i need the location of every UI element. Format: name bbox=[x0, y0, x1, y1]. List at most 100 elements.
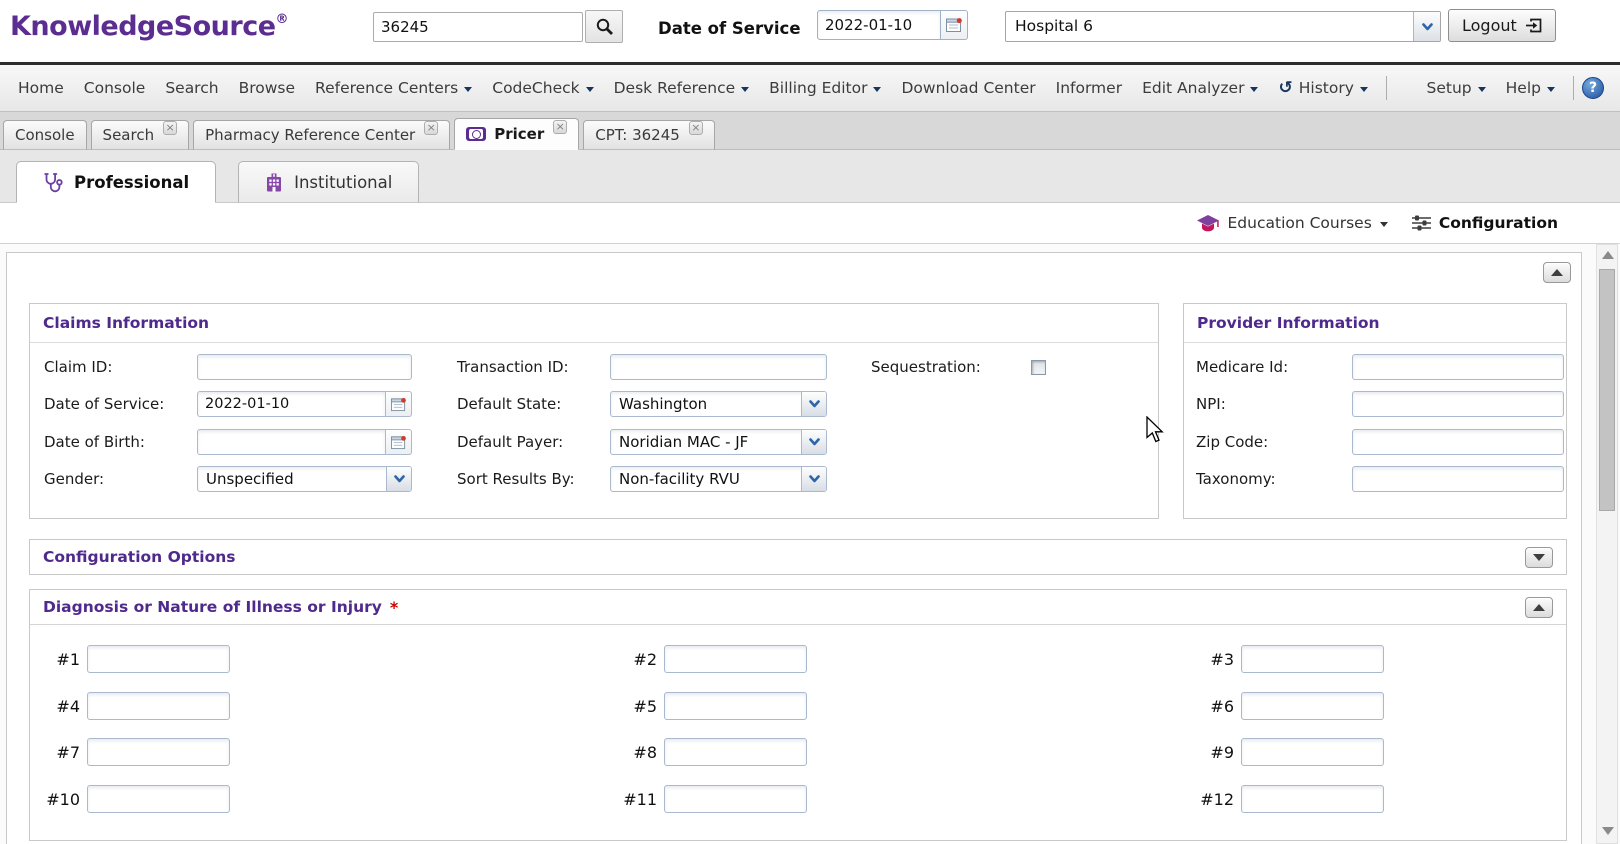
chevron-down-icon[interactable] bbox=[801, 467, 826, 491]
facility-chevron-down-icon[interactable] bbox=[1413, 12, 1440, 41]
nav-item-help[interactable]: Help bbox=[1496, 79, 1565, 97]
configuration-options-bar: Configuration Options bbox=[29, 539, 1567, 575]
main-navigation: Home Console Search Browse Reference Cen… bbox=[0, 62, 1620, 112]
default-payer-select[interactable]: Noridian MAC - JF bbox=[610, 429, 827, 455]
diagnosis-input-10[interactable] bbox=[87, 785, 230, 813]
tab-pricer[interactable]: Pricer bbox=[454, 118, 579, 150]
nav-label: Console bbox=[84, 79, 146, 97]
education-courses-button[interactable]: Education Courses bbox=[1196, 214, 1388, 233]
chevron-down-icon[interactable] bbox=[386, 467, 411, 491]
search-input[interactable] bbox=[373, 12, 583, 42]
nav-item-download-center[interactable]: Download Center bbox=[891, 79, 1045, 97]
transaction-id-label: Transaction ID: bbox=[457, 358, 610, 376]
diagnosis-input-6[interactable] bbox=[1241, 692, 1384, 720]
nav-item-desk-reference[interactable]: Desk Reference bbox=[604, 79, 760, 97]
vertical-scrollbar[interactable] bbox=[1596, 244, 1618, 844]
nav-label: Reference Centers bbox=[315, 79, 458, 97]
nav-item-codecheck[interactable]: CodeCheck bbox=[482, 79, 603, 97]
date-of-service-header-label: Date of Service bbox=[658, 19, 801, 38]
date-of-service-header-input[interactable] bbox=[817, 10, 941, 40]
tab-label: Search bbox=[103, 126, 155, 144]
tab-institutional[interactable]: Institutional bbox=[238, 161, 419, 203]
nav-item-browse[interactable]: Browse bbox=[229, 79, 305, 97]
logout-label: Logout bbox=[1462, 16, 1517, 35]
date-of-birth-label: Date of Birth: bbox=[44, 433, 197, 451]
claim-id-input[interactable] bbox=[197, 354, 412, 380]
close-icon[interactable] bbox=[553, 120, 567, 134]
gender-select[interactable]: Unspecified bbox=[197, 466, 412, 492]
sort-results-value: Non-facility RVU bbox=[611, 467, 801, 491]
close-icon[interactable] bbox=[163, 121, 177, 135]
scrollbar-down-arrow[interactable] bbox=[1602, 827, 1614, 835]
scrollbar-up-arrow[interactable] bbox=[1602, 251, 1614, 259]
diagnosis-input-3[interactable] bbox=[1241, 645, 1384, 673]
diagnosis-field-9: #9 bbox=[1192, 738, 1384, 766]
npi-input[interactable] bbox=[1352, 391, 1564, 417]
diagnosis-input-1[interactable] bbox=[87, 645, 230, 673]
nav-right-group: Setup Help bbox=[1417, 76, 1612, 100]
chevron-down-icon[interactable] bbox=[801, 392, 826, 416]
nav-item-edit-analyzer[interactable]: Edit Analyzer bbox=[1132, 79, 1268, 97]
tab-pharmacy-reference-center[interactable]: Pharmacy Reference Center bbox=[193, 120, 450, 150]
tab-label: Institutional bbox=[294, 173, 392, 192]
diagnosis-field-4: #4 bbox=[38, 692, 230, 720]
nav-item-reference-centers[interactable]: Reference Centers bbox=[305, 79, 482, 97]
diagnosis-input-2[interactable] bbox=[664, 645, 807, 673]
date-of-service-input[interactable] bbox=[197, 391, 386, 417]
diagnosis-field-1: #1 bbox=[38, 645, 230, 673]
close-icon[interactable] bbox=[689, 121, 703, 135]
default-state-select[interactable]: Washington bbox=[610, 391, 827, 417]
diagnosis-collapse-button[interactable] bbox=[1525, 597, 1553, 618]
logout-button[interactable]: Logout bbox=[1448, 9, 1556, 42]
close-icon[interactable] bbox=[424, 121, 438, 135]
date-of-birth-calendar-button[interactable] bbox=[386, 429, 412, 455]
triangle-down-icon bbox=[1533, 554, 1545, 561]
zip-code-input[interactable] bbox=[1352, 429, 1564, 455]
diagnosis-input-11[interactable] bbox=[664, 785, 807, 813]
facility-select[interactable]: Hospital 6 bbox=[1005, 11, 1441, 42]
nav-item-search[interactable]: Search bbox=[155, 79, 228, 97]
nav-item-home[interactable]: Home bbox=[8, 79, 74, 97]
tab-search[interactable]: Search bbox=[91, 120, 190, 150]
tab-console[interactable]: Console bbox=[3, 120, 87, 150]
search-button[interactable] bbox=[585, 10, 623, 43]
diagnosis-input-9[interactable] bbox=[1241, 738, 1384, 766]
claim-id-label: Claim ID: bbox=[44, 358, 197, 376]
nav-divider bbox=[1573, 76, 1574, 100]
sequestration-checkbox[interactable] bbox=[1031, 360, 1046, 375]
transaction-id-input[interactable] bbox=[610, 354, 827, 380]
scrollbar-thumb[interactable] bbox=[1599, 269, 1615, 511]
diagnosis-input-4[interactable] bbox=[87, 692, 230, 720]
stethoscope-icon bbox=[43, 172, 63, 193]
form-collapse-button[interactable] bbox=[1543, 262, 1571, 283]
nav-label: Billing Editor bbox=[769, 79, 867, 97]
date-of-service-calendar-button[interactable] bbox=[941, 10, 968, 40]
diagnosis-input-8[interactable] bbox=[664, 738, 807, 766]
diagnosis-input-7[interactable] bbox=[87, 738, 230, 766]
configuration-button[interactable]: Configuration bbox=[1412, 214, 1558, 232]
sort-results-select[interactable]: Non-facility RVU bbox=[610, 466, 827, 492]
medicare-id-input[interactable] bbox=[1352, 354, 1564, 380]
help-icon[interactable] bbox=[1582, 77, 1604, 99]
section-title: Provider Information bbox=[1197, 314, 1380, 332]
document-tabstrip: Console Search Pharmacy Reference Center… bbox=[0, 112, 1620, 150]
calendar-icon bbox=[391, 435, 407, 450]
chevron-down-icon bbox=[1547, 87, 1555, 92]
tab-professional[interactable]: Professional bbox=[16, 161, 216, 203]
chevron-down-icon bbox=[873, 87, 881, 92]
date-of-birth-input[interactable] bbox=[197, 429, 386, 455]
nav-item-history[interactable]: History bbox=[1268, 78, 1377, 98]
date-of-service-calendar-button[interactable] bbox=[386, 391, 412, 417]
nav-item-setup[interactable]: Setup bbox=[1417, 79, 1496, 97]
nav-item-console[interactable]: Console bbox=[74, 79, 156, 97]
nav-item-billing-editor[interactable]: Billing Editor bbox=[759, 79, 891, 97]
diagnosis-label-11: #11 bbox=[615, 790, 657, 809]
nav-item-informer[interactable]: Informer bbox=[1046, 79, 1132, 97]
diagnosis-input-5[interactable] bbox=[664, 692, 807, 720]
tab-cpt-36245[interactable]: CPT: 36245 bbox=[583, 120, 715, 150]
chevron-down-icon[interactable] bbox=[801, 430, 826, 454]
configuration-options-expand-button[interactable] bbox=[1525, 547, 1553, 568]
taxonomy-input[interactable] bbox=[1352, 466, 1564, 492]
diagnosis-input-12[interactable] bbox=[1241, 785, 1384, 813]
diagnosis-panel: Diagnosis or Nature of Illness or Injury… bbox=[29, 589, 1567, 841]
